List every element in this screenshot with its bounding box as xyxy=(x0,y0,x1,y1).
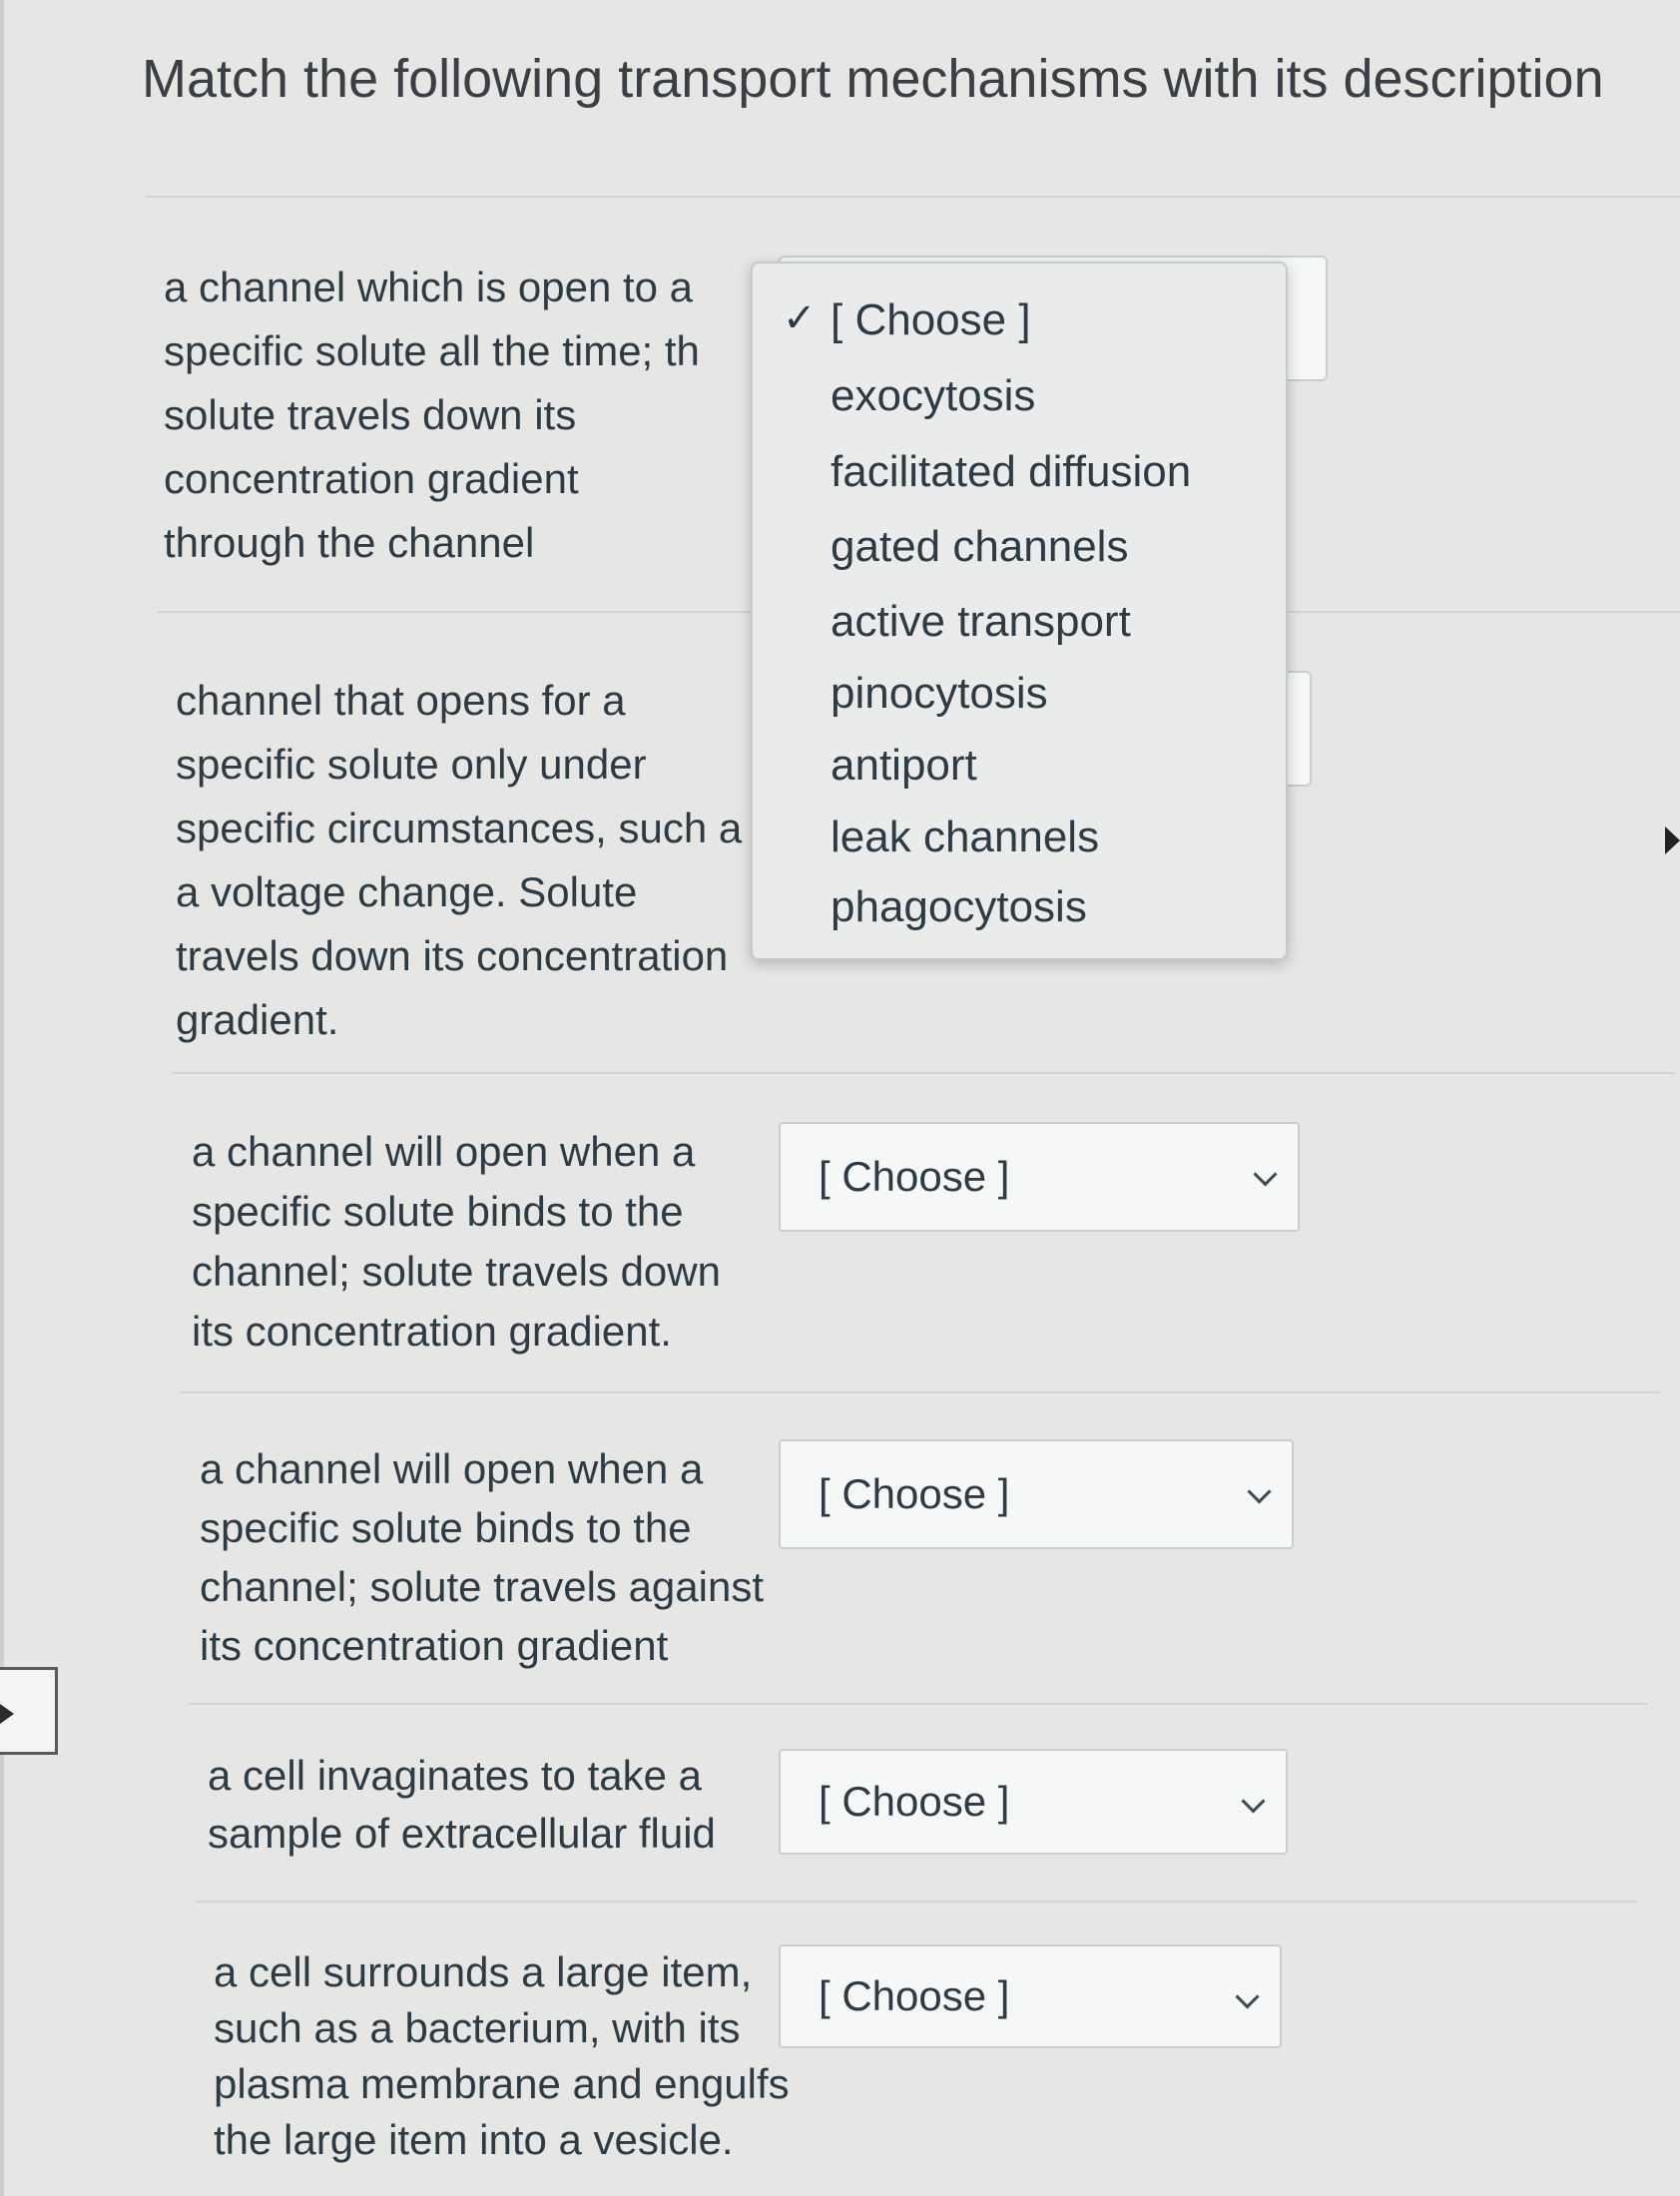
dropdown-option[interactable]: antiport xyxy=(831,741,977,791)
divider xyxy=(172,1072,1675,1074)
collapsed-panel-tab[interactable] xyxy=(0,1667,58,1755)
chevron-down-icon xyxy=(1241,1789,1266,1814)
next-arrow-icon[interactable] xyxy=(1665,826,1680,854)
dropdown-option[interactable]: phagocytosis xyxy=(831,882,1087,932)
answer-select-3[interactable]: [ Choose ] xyxy=(779,1122,1300,1232)
match-prompt: a cell invaginates to take a sample of e… xyxy=(208,1752,716,1857)
match-prompt: a channel will open when a specific solu… xyxy=(192,1128,721,1355)
dropdown-option[interactable]: active transport xyxy=(831,597,1131,647)
divider xyxy=(196,1901,1637,1903)
dropdown-option[interactable]: facilitated diffusion xyxy=(831,447,1191,497)
answer-dropdown-menu: ✓ [ Choose ] exocytosis facilitated diff… xyxy=(751,262,1288,960)
match-prompt: a channel will open when a specific solu… xyxy=(200,1445,765,1669)
chevron-down-icon xyxy=(1253,1162,1278,1187)
question-title: Match the following transport mechanisms… xyxy=(142,49,1604,109)
match-prompt: a channel which is open to a specific so… xyxy=(164,264,700,566)
divider xyxy=(146,196,1680,198)
dropdown-option[interactable]: leak channels xyxy=(831,813,1099,862)
answer-select-6[interactable]: [ Choose ] xyxy=(779,1944,1282,2048)
dropdown-option[interactable]: exocytosis xyxy=(831,371,1035,421)
match-prompt: channel that opens for a specific solute… xyxy=(176,677,743,1043)
checkmark-icon: ✓ xyxy=(783,296,817,340)
page-edge xyxy=(0,0,4,2196)
dropdown-option[interactable]: gated channels xyxy=(831,522,1128,572)
answer-select-4[interactable]: [ Choose ] xyxy=(779,1439,1294,1549)
chevron-down-icon xyxy=(1235,1984,1260,2009)
divider xyxy=(180,1391,1660,1393)
answer-select-5[interactable]: [ Choose ] xyxy=(779,1749,1288,1855)
match-prompt: a cell surrounds a large item, such as a… xyxy=(214,1948,790,2163)
divider xyxy=(188,1703,1647,1705)
chevron-down-icon xyxy=(1247,1479,1272,1504)
dropdown-option-selected[interactable]: [ Choose ] xyxy=(831,295,1031,345)
dropdown-option[interactable]: pinocytosis xyxy=(831,669,1048,719)
